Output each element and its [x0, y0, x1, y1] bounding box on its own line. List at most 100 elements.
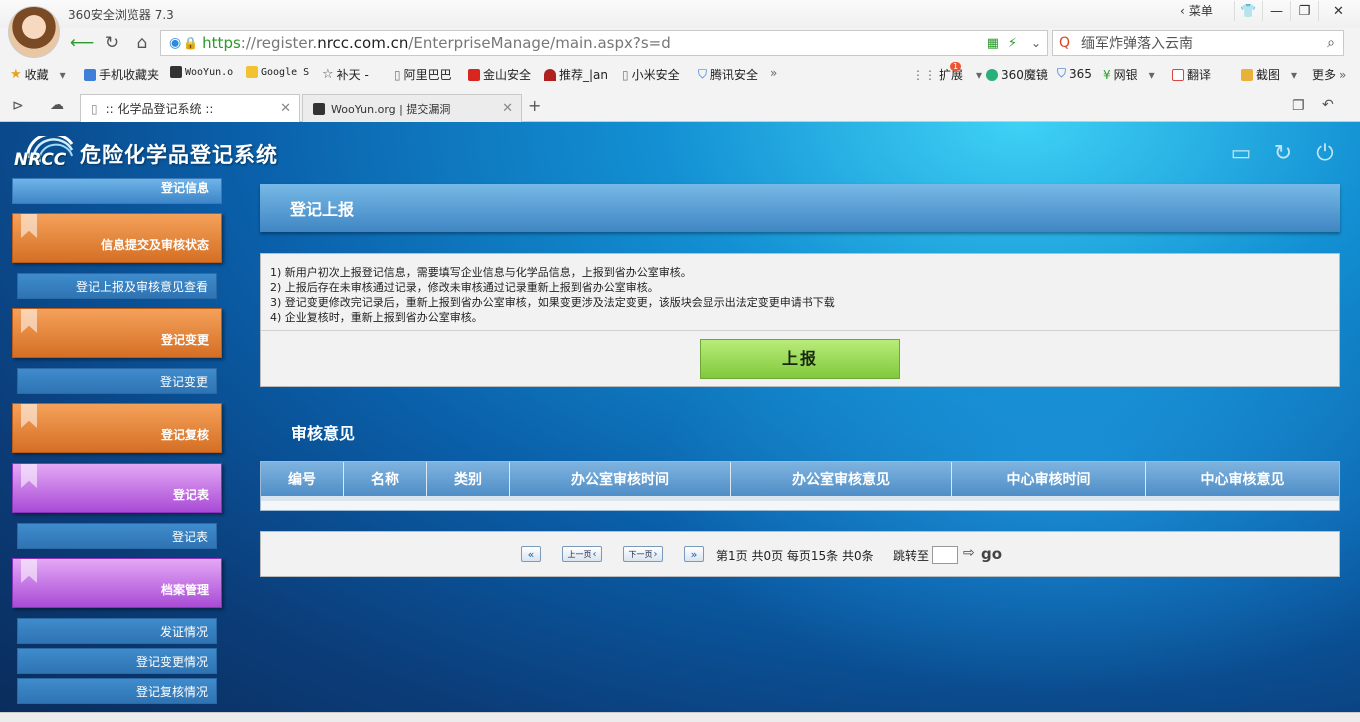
next-page-button[interactable]: 下一页 ›: [623, 546, 663, 562]
chevron-down-icon: ▾: [59, 67, 66, 82]
sidebar-item-recheck[interactable]: 登记复核: [12, 403, 222, 453]
last-page-button[interactable]: »: [684, 546, 704, 562]
fav-label: 金山安全: [483, 68, 532, 82]
sidebar-toggle-icon[interactable]: ⊳: [12, 98, 24, 114]
chevron-down-icon[interactable]: ⌄: [1031, 36, 1041, 50]
tool-365[interactable]: ⛉ 365: [1057, 66, 1092, 81]
cloud-icon[interactable]: ☁: [50, 97, 64, 113]
star-icon: ★: [10, 67, 22, 82]
new-tab-icon[interactable]: +: [528, 96, 541, 115]
chevron-right-icon: ›: [653, 548, 658, 560]
system-title: 危险化学品登记系统: [80, 143, 278, 167]
prev-page-button[interactable]: 上一页 ‹: [562, 546, 602, 562]
more-favorites-button[interactable]: »: [770, 66, 777, 80]
next-page-label: 下一页: [628, 549, 653, 559]
instruction-line: 2) 上报后存在未审核通过记录，修改未审核通过记录重新上报到省办公室审核。: [270, 281, 659, 294]
chevron-left-icon: ‹: [1180, 3, 1185, 18]
url-field[interactable]: ◉ 🔒 https ://register. nrcc.com.cn /Ente…: [160, 30, 1048, 56]
fav-google[interactable]: Google S: [246, 66, 309, 78]
tool-more[interactable]: 更多»: [1312, 66, 1346, 83]
logo-abbr: NRCC: [14, 150, 67, 170]
column-header-id: 编号: [261, 462, 344, 496]
power-icon[interactable]: ⏻: [1312, 140, 1338, 166]
chevron-down-icon: ▾: [1148, 67, 1155, 82]
undo-close-icon[interactable]: ↶: [1322, 97, 1334, 113]
sidebar-sub-label: 登记表: [171, 530, 208, 544]
fav-recommend[interactable]: 推荐_|an: [544, 66, 608, 83]
grid-icon: ⋮⋮: [912, 67, 936, 82]
sidebar-item-registration-info[interactable]: 登记信息: [12, 178, 222, 204]
fav-kingsoft[interactable]: 金山安全: [468, 66, 531, 83]
close-icon[interactable]: ✕: [1318, 1, 1358, 21]
sidebar-item-form[interactable]: 登记表: [12, 463, 222, 513]
home-icon[interactable]: ⌂: [128, 30, 156, 56]
tool-mojing[interactable]: 360魔镜: [986, 66, 1048, 83]
back-icon[interactable]: ⟵: [68, 30, 96, 56]
page-number-input[interactable]: [932, 546, 958, 564]
tab-chemical-system[interactable]: ▯ :: 化学品登记系统 :: ✕: [80, 94, 300, 122]
sidebar-sub-change[interactable]: 登记变更: [17, 368, 217, 394]
fav-label: WooYun.o: [185, 66, 234, 78]
report-title: 登记上报: [290, 200, 355, 219]
lightning-icon[interactable]: ⚡: [1008, 36, 1017, 51]
fav-butian[interactable]: ☆ 补天 -: [322, 66, 369, 83]
minimize-icon[interactable]: —: [1262, 1, 1290, 21]
sidebar-item-label: 登记变更: [160, 333, 209, 347]
fav-alibaba[interactable]: ▯ 阿里巴巴: [394, 66, 452, 83]
menu-button[interactable]: ‹ 菜单: [1180, 2, 1213, 19]
tool-extensions[interactable]: ⋮⋮ 扩展 1 ▾: [912, 62, 983, 83]
menu-label: 菜单: [1188, 4, 1213, 18]
sidebar-item-change[interactable]: 登记变更: [12, 308, 222, 358]
restore-icon[interactable]: ❐: [1290, 1, 1318, 21]
skin-icon[interactable]: 👕: [1234, 1, 1262, 21]
close-tab-icon[interactable]: ✕: [280, 101, 291, 116]
fav-wooyun[interactable]: WooYun.o: [170, 66, 233, 78]
page-summary: 第1页 共0页 每页15条 共0条: [716, 549, 874, 563]
sidebar-sub-certificate[interactable]: 发证情况: [17, 618, 217, 644]
sidebar-sub-report-review[interactable]: 登记上报及审核意见查看: [17, 273, 217, 299]
go-button[interactable]: go: [981, 545, 1002, 563]
user-avatar[interactable]: [8, 6, 60, 58]
search-field[interactable]: Q 缅军炸弹落入云南 ⌕: [1052, 30, 1344, 56]
title-bar: 360安全浏览器 7.3 ‹ 菜单 👕 — ❐ ✕: [0, 0, 1360, 58]
column-header-name: 名称: [344, 462, 427, 496]
fav-label: 手机收藏夹: [99, 68, 160, 82]
search-icon[interactable]: ⌕: [1327, 35, 1335, 51]
fav-mobile[interactable]: 手机收藏夹: [84, 66, 159, 83]
sidebar-sub-form[interactable]: 登记表: [17, 523, 217, 549]
column-header-office-time: 办公室审核时间: [510, 462, 731, 496]
url-scheme: https: [202, 34, 241, 52]
qr-code-icon[interactable]: ▦: [987, 36, 999, 51]
divider: [261, 330, 1339, 331]
first-page-button[interactable]: «: [521, 546, 541, 562]
refresh-icon[interactable]: ↻: [98, 30, 126, 56]
tab-wooyun[interactable]: WooYun.org | 提交漏洞 ✕: [302, 94, 522, 122]
tool-translate[interactable]: 翻译: [1172, 66, 1211, 83]
close-tab-icon[interactable]: ✕: [502, 101, 513, 116]
tab-list-icon[interactable]: ❐: [1292, 98, 1305, 114]
sidebar-item-archive[interactable]: 档案管理: [12, 558, 222, 608]
page-viewport: NRCC 危险化学品登记系统 ▭ ↻ ⏻ 登记信息 信息提交及审核状态 登记上报…: [0, 122, 1360, 712]
url-prefix: ://register.: [240, 34, 318, 52]
tool-screenshot[interactable]: 截图 ▾: [1241, 66, 1297, 83]
tool-bank[interactable]: ¥ 网银 ▾: [1103, 66, 1155, 83]
submit-report-button[interactable]: 上报: [700, 339, 900, 379]
fav-label: Google S: [261, 66, 310, 78]
tool-label: 翻译: [1187, 68, 1212, 82]
fav-xiaomi[interactable]: ▯ 小米安全: [622, 66, 680, 83]
google-icon: [246, 66, 258, 78]
fav-tencent[interactable]: ⛉ 腾讯安全: [698, 66, 758, 83]
sidebar-sub-recheck-status[interactable]: 登记复核情况: [17, 678, 217, 704]
sidebar-sub-change-status[interactable]: 登记变更情况: [17, 648, 217, 674]
tool-label: 截图: [1256, 68, 1281, 82]
page-icon: ▯: [622, 67, 629, 82]
fav-label: 补天 -: [336, 68, 369, 82]
favorites-button[interactable]: ★ 收藏 ▾: [10, 66, 66, 83]
refresh-icon[interactable]: ↻: [1270, 140, 1296, 166]
sidebar-item-submit-status[interactable]: 信息提交及审核状态: [12, 213, 222, 263]
window-icon[interactable]: ▭: [1228, 140, 1254, 166]
page-icon: ▯: [91, 101, 98, 116]
url-path: /EnterpriseManage/main.aspx?s=d: [408, 34, 671, 52]
instruction-line: 1) 新用户初次上报登记信息，需要填写企业信息与化学品信息，上报到省办公室审核。: [270, 266, 692, 279]
chevron-down-icon: ▾: [976, 67, 983, 82]
